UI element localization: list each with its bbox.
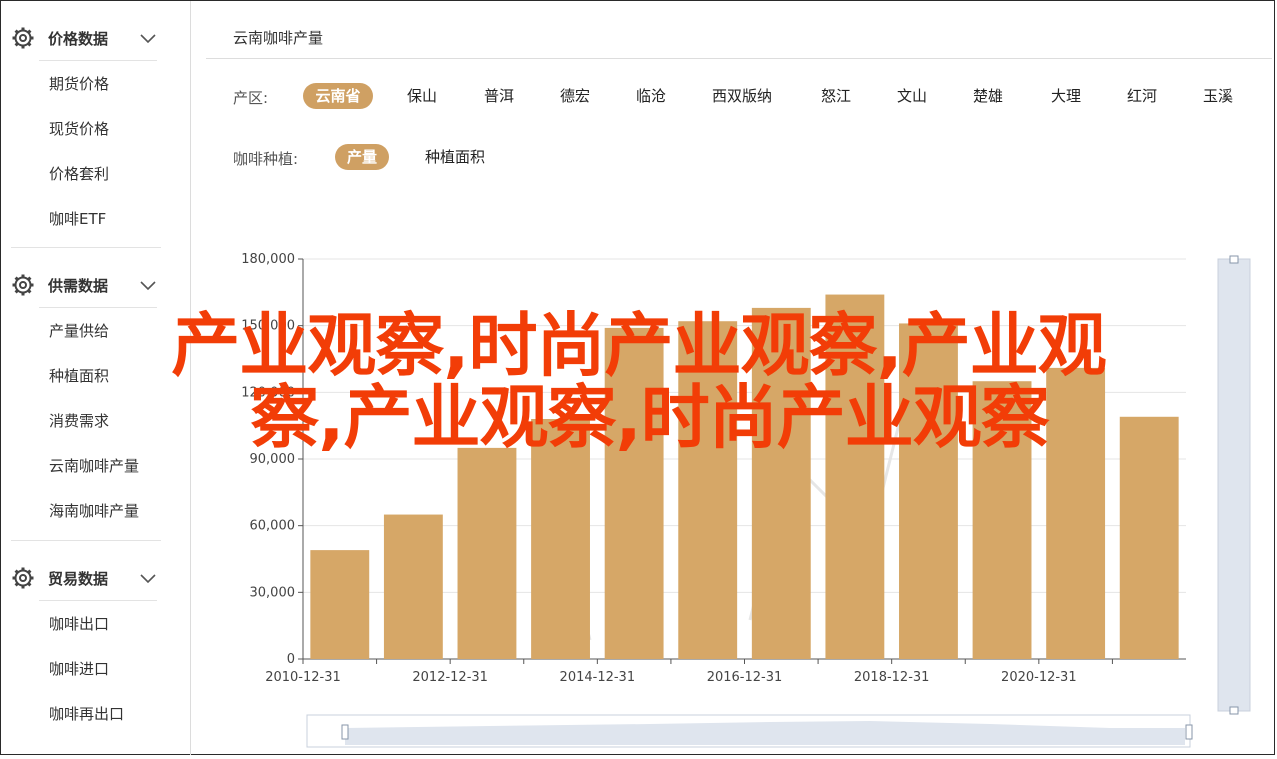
sidebar-section-price[interactable]: 价格数据: [1, 18, 171, 58]
bar-chart: 0 30,000 60,000 90,000 120,000 150,000 180,000…: [230, 240, 1270, 755]
chart-bar: [1119, 416, 1179, 659]
metric-filter-label: 咖啡种植:: [233, 150, 299, 168]
slider-handle-left: [341, 724, 349, 740]
region-chip[interactable]: 临沧: [621, 83, 681, 109]
sidebar-item-coffee-reexport[interactable]: 咖啡再出口: [49, 703, 124, 725]
chart-bar: [899, 323, 958, 659]
region-chip[interactable]: 大理: [1036, 83, 1096, 109]
y-tick-label: 90,000: [250, 452, 296, 467]
sidebar-section-trade[interactable]: 贸易数据: [1, 558, 171, 598]
region-chip[interactable]: 玉溪: [1188, 83, 1248, 109]
metric-chip[interactable]: 种植面积: [412, 144, 498, 170]
sidebar-item-planting-area[interactable]: 种植面积: [49, 365, 109, 387]
region-chip[interactable]: 文山: [882, 83, 942, 109]
chart-bar: [310, 550, 370, 659]
region-chip[interactable]: 楚雄: [958, 83, 1018, 109]
slider-handle-bottom: [1229, 706, 1239, 715]
gear-icon: [10, 565, 36, 591]
y-tick-label: 60,000: [250, 519, 296, 534]
sidebar-item-futures-price[interactable]: 期货价格: [49, 73, 109, 95]
x-tick-label: 2018-12-31: [854, 670, 930, 685]
sidebar-item-yunnan-output[interactable]: 云南咖啡产量: [49, 455, 139, 477]
chevron-down-icon: [139, 277, 157, 296]
sidebar-item-consumption-demand[interactable]: 消费需求: [49, 410, 109, 432]
sidebar-item-price-arbitrage[interactable]: 价格套利: [49, 163, 109, 185]
divider: [39, 60, 157, 61]
chart-bar: [825, 294, 885, 659]
divider: [39, 307, 157, 308]
page-title: 云南咖啡产量: [233, 29, 324, 47]
x-tick-label: 2010-12-31: [265, 670, 341, 685]
x-tick-label: 2016-12-31: [707, 670, 783, 685]
sidebar-section-title: 价格数据: [48, 29, 109, 48]
chart-bar: [531, 419, 590, 659]
chart-svg: 0 30,000 60,000 90,000 120,000 150,000 180,000…: [241, 252, 1251, 748]
divider: [11, 540, 161, 541]
chart-bar: [972, 381, 1032, 659]
y-tick-label: 30,000: [250, 585, 296, 600]
gear-icon: [10, 25, 36, 51]
chart-bar: [383, 514, 443, 659]
region-chip[interactable]: 保山: [392, 83, 452, 109]
region-chip[interactable]: 云南省: [303, 83, 373, 109]
chevron-down-icon: [139, 30, 157, 49]
region-chip[interactable]: 西双版纳: [700, 83, 784, 109]
sidebar-item-coffee-etf[interactable]: 咖啡ETF: [49, 208, 106, 230]
vertical-zoom-slider: [1217, 258, 1251, 712]
region-filter-label: 产区:: [233, 89, 269, 107]
chart-bar: [751, 307, 811, 659]
x-tick-label: 2020-12-31: [1001, 670, 1077, 685]
divider: [206, 58, 1272, 59]
sidebar-item-spot-price[interactable]: 现货价格: [49, 118, 109, 140]
x-tick-label: 2014-12-31: [560, 670, 636, 685]
sidebar-section-title: 贸易数据: [48, 569, 109, 588]
chart-bar: [604, 327, 664, 659]
slider-handle-top: [1229, 255, 1239, 264]
sidebar-item-hainan-output[interactable]: 海南咖啡产量: [49, 500, 139, 522]
x-tick-label: 2012-12-31: [412, 670, 488, 685]
sidebar-section-supply[interactable]: 供需数据: [1, 265, 171, 305]
region-chip[interactable]: 普洱: [469, 83, 529, 109]
slider-handle-right: [1185, 724, 1193, 740]
sidebar-section-title: 供需数据: [48, 276, 109, 295]
y-tick-label: 180,000: [241, 252, 295, 267]
chart-bar: [678, 321, 738, 659]
metric-chip[interactable]: 产量: [335, 144, 389, 170]
sidebar-item-coffee-export[interactable]: 咖啡出口: [49, 613, 109, 635]
sidebar-item-production-supply[interactable]: 产量供给: [49, 320, 109, 342]
sidebar: 价格数据 期货价格 现货价格 价格套利 咖啡ETF 供需数据 产量供给 种植面积…: [1, 1, 191, 755]
y-tick-label: 120,000: [241, 385, 295, 400]
chart-bar: [457, 447, 517, 659]
gear-icon: [10, 272, 36, 298]
region-chip[interactable]: 红河: [1112, 83, 1172, 109]
sidebar-item-coffee-import[interactable]: 咖啡进口: [49, 658, 109, 680]
y-tick-label: 0: [287, 652, 295, 667]
region-chip[interactable]: 怒江: [806, 83, 866, 109]
divider: [39, 600, 157, 601]
region-chip[interactable]: 德宏: [545, 83, 605, 109]
chart-bar: [1046, 367, 1106, 659]
divider: [11, 247, 161, 248]
y-tick-label: 150,000: [241, 319, 295, 334]
chevron-down-icon: [139, 570, 157, 589]
